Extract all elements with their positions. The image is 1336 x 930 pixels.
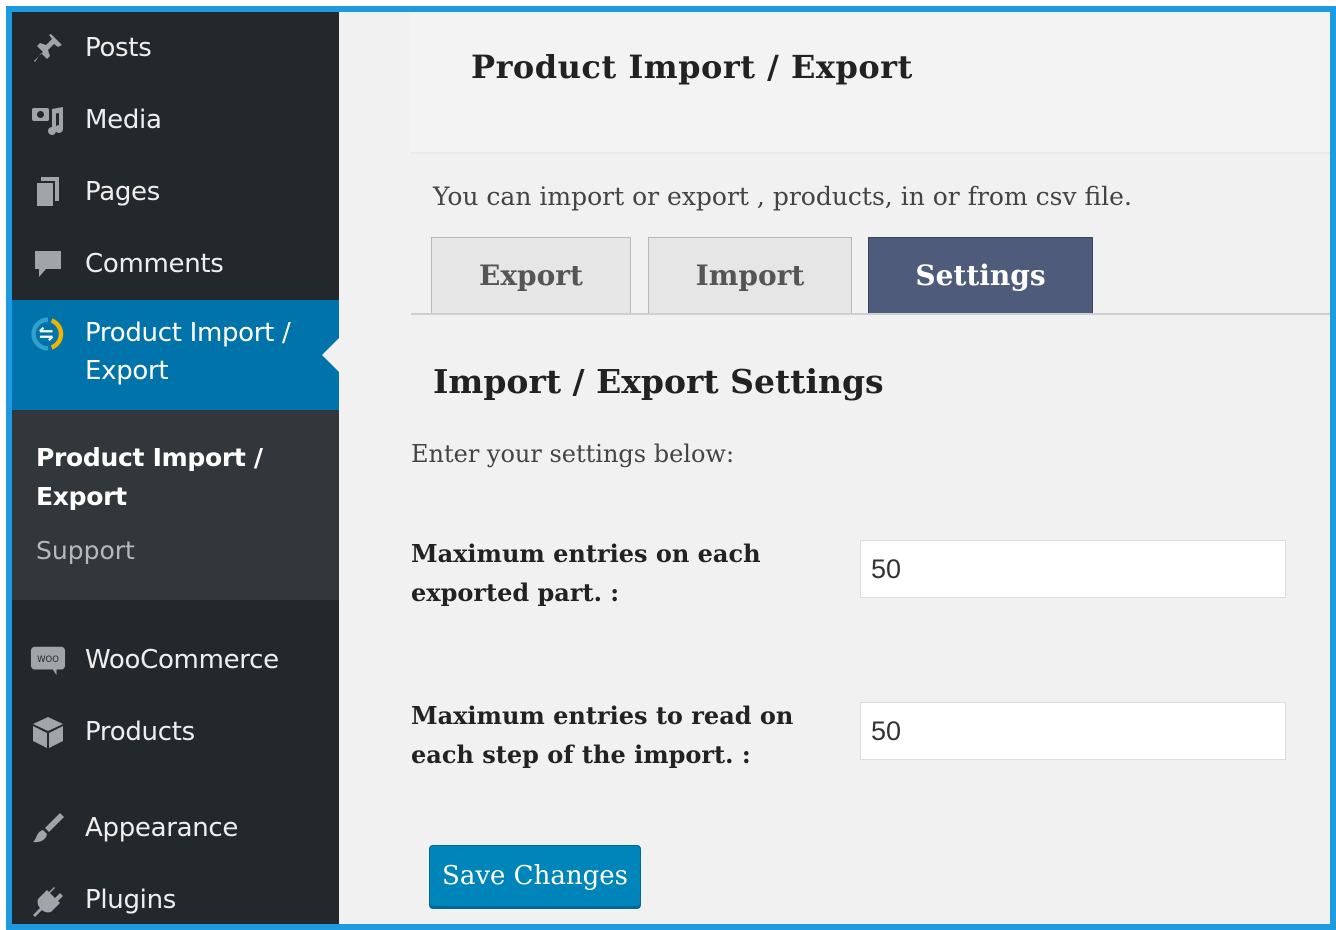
submenu-item-product-import-export[interactable]: Product Import / Export xyxy=(36,438,266,516)
main-content: Product Import / Export You can import o… xyxy=(339,12,1330,924)
pages-icon xyxy=(30,174,66,210)
sidebar-item-comments[interactable]: Comments xyxy=(12,228,339,300)
settings-title: Import / Export Settings xyxy=(433,362,884,401)
sidebar-item-appearance[interactable]: Appearance xyxy=(12,792,339,864)
tab-bar: Export Import Settings xyxy=(411,237,1330,315)
import-step-size-label: Maximum entries to read on each step of … xyxy=(411,701,794,769)
brush-icon xyxy=(30,810,66,846)
submenu-item-support[interactable]: Support xyxy=(36,536,135,565)
plug-icon xyxy=(30,882,66,918)
sidebar-item-pages[interactable]: Pages xyxy=(12,156,339,228)
export-part-size-label: Maximum entries on each exported part. : xyxy=(411,539,761,607)
sidebar-item-label: Plugins xyxy=(85,885,177,915)
tab-export[interactable]: Export xyxy=(431,237,631,313)
box-icon xyxy=(30,714,66,750)
sidebar-item-label: Posts xyxy=(85,33,152,63)
sidebar-item-label: Products xyxy=(85,717,195,747)
sidebar-item-woocommerce[interactable]: WOO WooCommerce xyxy=(12,624,339,696)
sidebar-item-label: WooCommerce xyxy=(85,645,279,675)
pin-icon xyxy=(30,30,66,66)
import-step-size-input[interactable] xyxy=(860,702,1286,760)
export-part-size-input[interactable] xyxy=(860,540,1286,598)
sidebar-submenu: Product Import / Export Support xyxy=(12,410,339,600)
tab-import[interactable]: Import xyxy=(648,237,852,313)
media-icon xyxy=(30,102,66,138)
page-title: Product Import / Export xyxy=(471,48,913,86)
sidebar-item-label: Pages xyxy=(85,177,160,207)
comment-icon xyxy=(30,246,66,282)
page-intro: You can import or export , products, in … xyxy=(433,182,1132,211)
woo-badge-text: WOO xyxy=(37,655,59,665)
admin-sidebar: Posts Media Pages Comments Product Impor xyxy=(12,12,340,924)
screenshot-frame: Posts Media Pages Comments Product Impor xyxy=(6,6,1336,930)
sidebar-item-label: Product Import / Export xyxy=(85,318,291,386)
settings-description: Enter your settings below: xyxy=(411,440,735,468)
tab-settings[interactable]: Settings xyxy=(868,237,1093,313)
sidebar-item-product-import-export[interactable]: Product Import / Export xyxy=(12,300,340,410)
sidebar-item-label: Media xyxy=(85,105,162,135)
sidebar-item-media[interactable]: Media xyxy=(12,84,339,156)
save-changes-button[interactable]: Save Changes xyxy=(429,845,641,907)
woo-icon: WOO xyxy=(30,642,66,678)
sidebar-item-posts[interactable]: Posts xyxy=(12,12,339,84)
active-indicator xyxy=(322,337,340,373)
import-export-icon xyxy=(30,316,66,352)
sidebar-item-plugins[interactable]: Plugins xyxy=(12,864,339,924)
sidebar-item-products[interactable]: Products xyxy=(12,696,339,768)
page-header: Product Import / Export xyxy=(411,12,1330,154)
sidebar-item-label: Appearance xyxy=(85,813,239,843)
sidebar-item-label: Comments xyxy=(85,249,224,279)
